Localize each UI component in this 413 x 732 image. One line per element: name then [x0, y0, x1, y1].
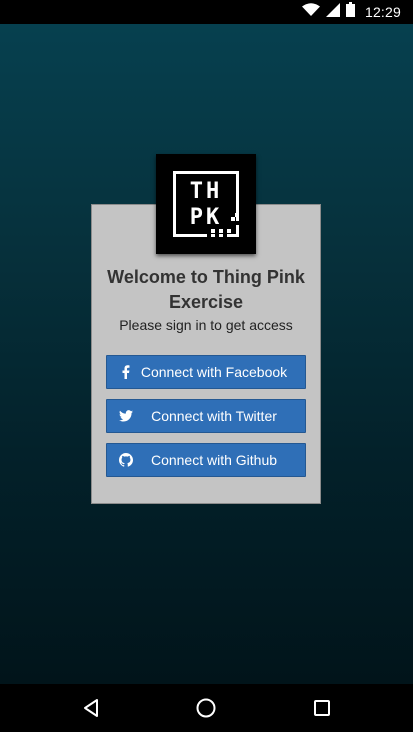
back-icon[interactable]: [79, 696, 103, 720]
twitter-connect-label: Connect with Twitter: [151, 408, 277, 424]
cell-signal-icon: [325, 2, 340, 22]
logo-pixel-pattern: [207, 209, 239, 237]
logo-frame: TH PK: [173, 171, 239, 237]
status-bar: 12:29: [0, 0, 413, 24]
navigation-bar: [0, 684, 413, 732]
home-icon[interactable]: [194, 696, 218, 720]
facebook-icon: [119, 365, 133, 379]
status-icons: 12:29: [301, 2, 401, 22]
facebook-connect-button[interactable]: Connect with Facebook: [106, 355, 306, 389]
facebook-connect-label: Connect with Facebook: [140, 364, 288, 380]
twitter-connect-button[interactable]: Connect with Twitter: [106, 399, 306, 433]
recents-icon[interactable]: [310, 696, 334, 720]
battery-icon: [345, 2, 355, 22]
welcome-title: Welcome to Thing Pink Exercise: [107, 267, 305, 312]
github-icon: [119, 453, 133, 467]
status-time: 12:29: [364, 4, 401, 20]
app-logo: TH PK: [156, 154, 256, 254]
wifi-icon: [301, 2, 320, 22]
twitter-icon: [119, 409, 133, 423]
github-connect-button[interactable]: Connect with Github: [106, 443, 306, 477]
welcome-subtitle: Please sign in to get access: [119, 317, 293, 333]
github-connect-label: Connect with Github: [150, 452, 278, 468]
